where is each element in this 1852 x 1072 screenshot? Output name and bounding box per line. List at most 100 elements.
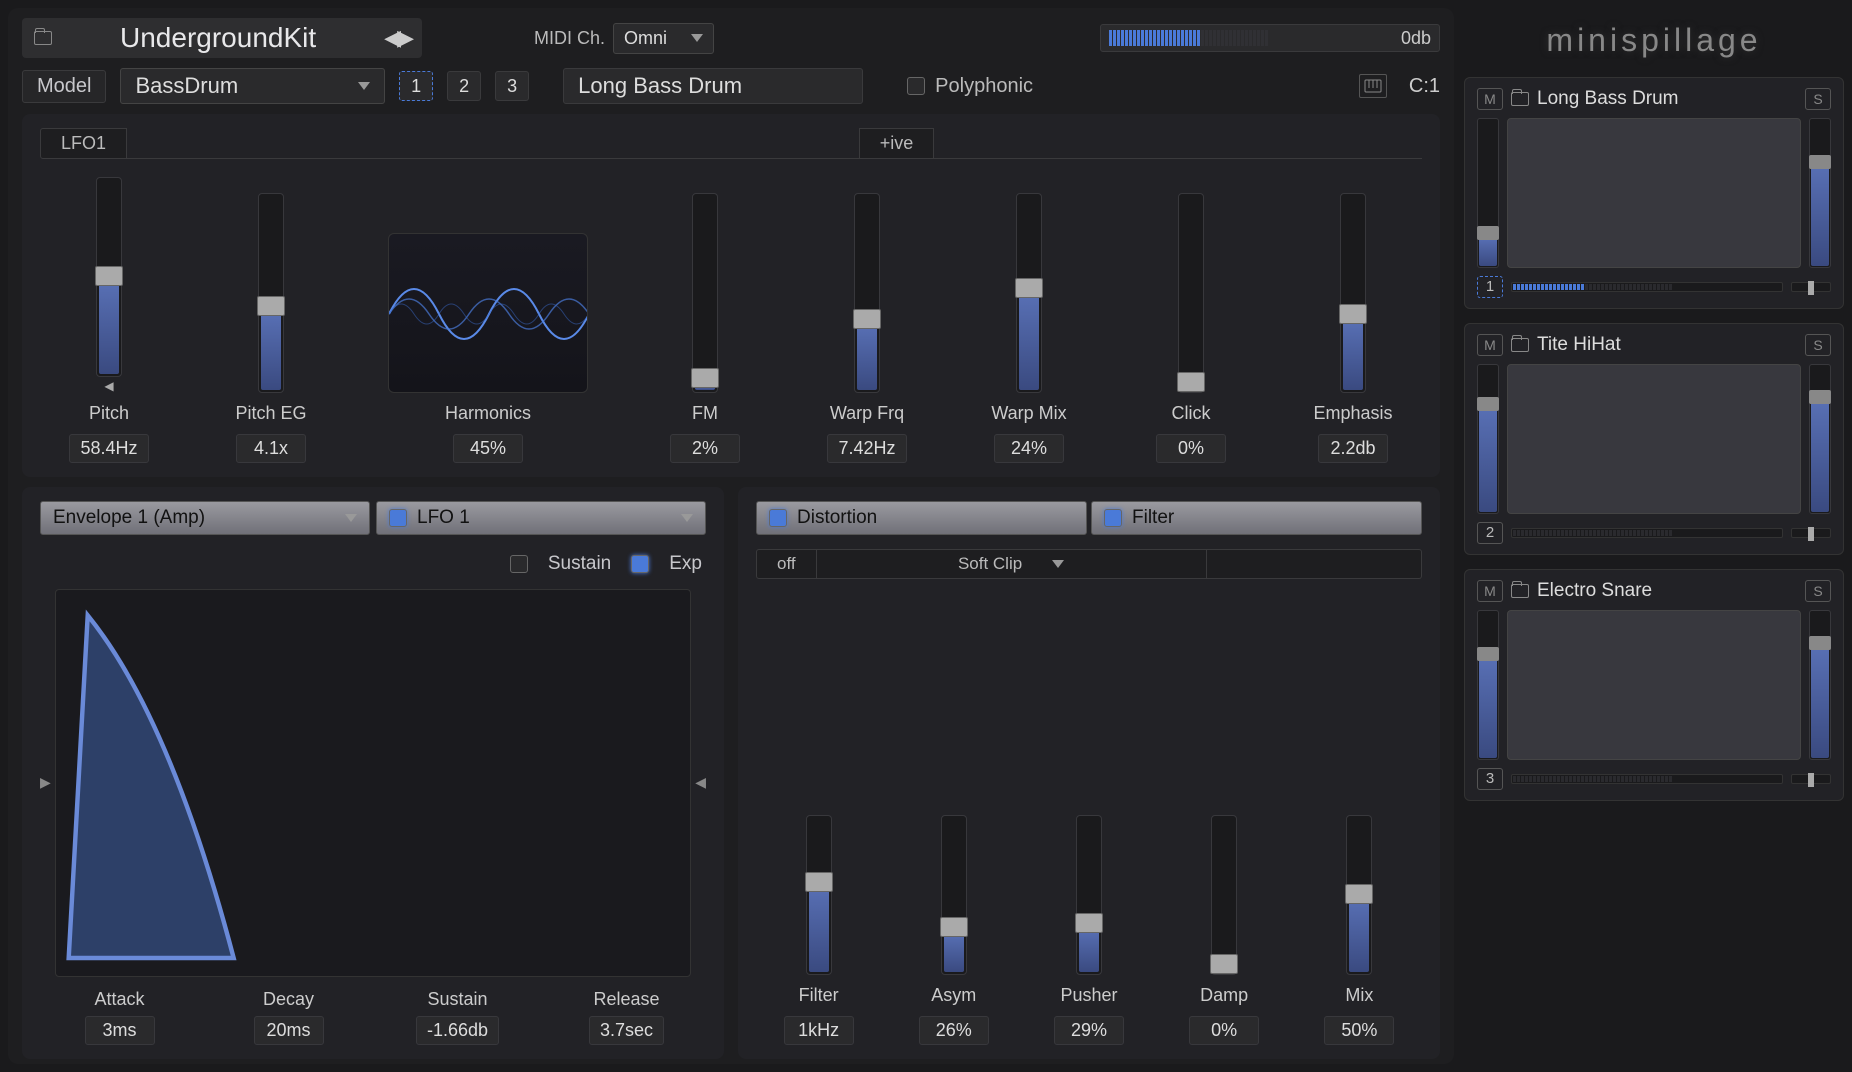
waveform-display[interactable] <box>1507 118 1801 268</box>
env-handle-left[interactable]: ▶ <box>40 774 51 791</box>
pad-number[interactable]: 3 <box>1477 768 1503 790</box>
filter-enable[interactable] <box>1104 509 1122 527</box>
dist-mode-off[interactable]: off <box>756 549 817 579</box>
click-group: Click 0% <box>1146 193 1236 463</box>
pad-number[interactable]: 1 <box>1477 276 1503 298</box>
midi-learn-icon[interactable] <box>1359 74 1387 98</box>
asym-value[interactable]: 26% <box>919 1016 989 1045</box>
warp_frq-value[interactable]: 7.42Hz <box>827 434 906 463</box>
preset-prev-next[interactable]: ◀▶ <box>384 25 410 51</box>
slider[interactable] <box>806 815 832 975</box>
warp_mix-value[interactable]: 24% <box>994 434 1064 463</box>
dist-mode-select[interactable]: Soft Clip <box>817 549 1207 579</box>
volume-slider[interactable] <box>1809 118 1831 268</box>
polyphonic-checkbox[interactable] <box>907 77 925 95</box>
waveform-display[interactable] <box>1507 610 1801 760</box>
folder-icon[interactable] <box>1511 584 1529 598</box>
pad-name: Electro Snare <box>1537 580 1797 602</box>
release-value[interactable]: 3.7sec <box>589 1016 664 1045</box>
lfo-enable-checkbox[interactable] <box>389 509 407 527</box>
chevron-down-icon <box>681 514 693 522</box>
pan-indicator[interactable] <box>1791 528 1831 538</box>
decay-value[interactable]: 20ms <box>254 1016 324 1045</box>
slider[interactable] <box>1016 193 1042 393</box>
level-meter <box>1511 528 1783 538</box>
env-handle-right[interactable]: ◀ <box>695 774 706 791</box>
chevron-down-icon <box>345 514 357 522</box>
pad-select-3[interactable]: 3 <box>495 71 529 101</box>
folder-icon[interactable] <box>1511 338 1529 352</box>
sustain-value[interactable]: -1.66db <box>416 1016 499 1045</box>
pad-slot-3: M Electro Snare S 3 <box>1464 569 1844 801</box>
midi-ch-select[interactable]: Omni <box>613 23 714 54</box>
slider[interactable] <box>692 193 718 393</box>
harmonics-display[interactable] <box>388 233 588 393</box>
mix-value[interactable]: 50% <box>1324 1016 1394 1045</box>
slider[interactable] <box>258 193 284 393</box>
volume-slider[interactable] <box>1809 610 1831 760</box>
attack-value[interactable]: 3ms <box>85 1016 155 1045</box>
solo-button[interactable]: S <box>1805 580 1831 602</box>
preset-box: UndergroundKit ◀▶ <box>22 18 422 58</box>
envelope-graph[interactable] <box>55 589 691 977</box>
slider[interactable] <box>96 177 122 377</box>
mute-button[interactable]: M <box>1477 334 1503 356</box>
tab-lfo1[interactable]: LFO1 <box>40 128 127 159</box>
level-meter <box>1511 774 1783 784</box>
pitch-value[interactable]: 58.4Hz <box>69 434 148 463</box>
fm-value[interactable]: 2% <box>670 434 740 463</box>
volume-slider[interactable] <box>1809 364 1831 514</box>
mix-group: Mix 50% <box>1314 815 1404 1045</box>
pan-slider[interactable] <box>1477 610 1499 760</box>
sustain-checkbox[interactable] <box>510 555 528 573</box>
emphasis-value[interactable]: 2.2db <box>1318 434 1388 463</box>
slider[interactable] <box>1076 815 1102 975</box>
model-label: Model <box>22 70 106 103</box>
mute-button[interactable]: M <box>1477 88 1503 110</box>
folder-icon[interactable] <box>34 31 52 45</box>
damp-value[interactable]: 0% <box>1189 1016 1259 1045</box>
chevron-down-icon <box>1052 560 1064 568</box>
pad-select-2[interactable]: 2 <box>447 71 481 101</box>
tab-distortion[interactable]: Distortion <box>756 501 1087 535</box>
top-bar: UndergroundKit ◀▶ MIDI Ch. Omni 0db <box>22 18 1440 58</box>
slider[interactable] <box>854 193 880 393</box>
folder-icon[interactable] <box>1511 92 1529 106</box>
midi-cc: C:1 <box>1409 75 1440 98</box>
distortion-enable[interactable] <box>769 509 787 527</box>
slider[interactable] <box>1340 193 1366 393</box>
pan-indicator[interactable] <box>1791 282 1831 292</box>
pusher-value[interactable]: 29% <box>1054 1016 1124 1045</box>
pusher-group: Pusher 29% <box>1044 815 1134 1045</box>
pan-indicator[interactable] <box>1791 774 1831 784</box>
pan-slider[interactable] <box>1477 364 1499 514</box>
solo-button[interactable]: S <box>1805 334 1831 356</box>
pad-select-1[interactable]: 1 <box>399 71 433 101</box>
solo-button[interactable]: S <box>1805 88 1831 110</box>
pad-number[interactable]: 2 <box>1477 522 1503 544</box>
model-row: Model BassDrum 1 2 3 Long Bass Drum Poly… <box>22 68 1440 104</box>
waveform-display[interactable] <box>1507 364 1801 514</box>
tab-filter[interactable]: Filter <box>1091 501 1422 535</box>
model-select[interactable]: BassDrum <box>120 68 385 104</box>
damp-group: Damp 0% <box>1179 815 1269 1045</box>
lfo-select[interactable]: LFO 1 <box>376 501 706 535</box>
tab-ive[interactable]: +ive <box>859 128 935 159</box>
pan-slider[interactable] <box>1477 118 1499 268</box>
exp-checkbox[interactable] <box>631 555 649 573</box>
mute-button[interactable]: M <box>1477 580 1503 602</box>
slider[interactable] <box>941 815 967 975</box>
pitch_eg-value[interactable]: 4.1x <box>236 434 306 463</box>
click-value[interactable]: 0% <box>1156 434 1226 463</box>
slider[interactable] <box>1346 815 1372 975</box>
slider[interactable] <box>1178 193 1204 393</box>
envelope-select[interactable]: Envelope 1 (Amp) <box>40 501 370 535</box>
harmonics-value[interactable]: 45% <box>453 434 523 463</box>
slider[interactable] <box>1211 815 1237 975</box>
pad-name-field[interactable]: Long Bass Drum <box>563 68 863 104</box>
attack-label: Attack <box>94 989 144 1010</box>
decay-label: Decay <box>263 989 314 1010</box>
level-meter <box>1511 282 1783 292</box>
pitch-arrow-icon: ◀ <box>104 379 113 393</box>
filter-value[interactable]: 1kHz <box>784 1016 854 1045</box>
